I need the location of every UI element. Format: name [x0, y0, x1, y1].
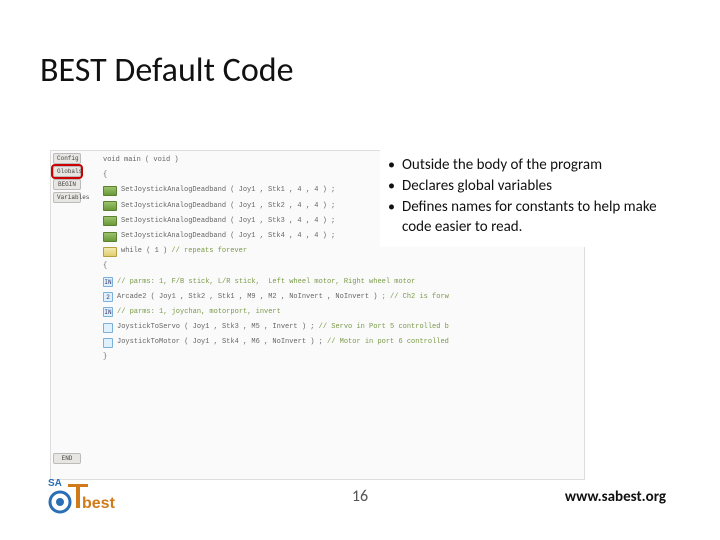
code-sidebar-btn: Globals — [53, 166, 81, 177]
code-text: // parms: 1, joychan, motorport, invert — [117, 307, 281, 318]
function-block-icon — [103, 232, 117, 242]
code-text: SetJoystickAnalogDeadband ( Joy1 , Stk4 … — [121, 231, 335, 242]
code-line: 2 Arcade2 ( Joy1 , Stk2 , Stk1 , M9 , M2 … — [103, 292, 580, 303]
code-line: JoystickToMotor ( Joy1 , Stk4 , M6 , NoI… — [103, 337, 580, 348]
code-text: Arcade2 ( Joy1 , Stk2 , Stk1 , M9 , M2 ,… — [117, 292, 449, 303]
code-sidebar: Config Globals BEGIN Variables END — [51, 151, 83, 479]
page-title: BEST Default Code — [40, 50, 294, 91]
while-block-icon — [103, 247, 117, 257]
code-sidebar-btn: Variables — [53, 192, 81, 203]
bullet-item: Defines names for constants to help make… — [386, 198, 660, 236]
code-line: IN // parms: 1, F/B stick, L/R stick, Lef… — [103, 277, 580, 288]
footer-url: www.sabest.org — [565, 488, 666, 506]
function-block-icon — [103, 186, 117, 196]
function-block-icon — [103, 201, 117, 211]
bullet-box: Outside the body of the program Declares … — [380, 150, 670, 247]
code-text: JoystickToMotor ( Joy1 , Stk4 , M6 , NoI… — [117, 337, 449, 348]
code-badge: IN — [103, 277, 113, 287]
code-text: SetJoystickAnalogDeadband ( Joy1 , Stk1 … — [121, 185, 335, 196]
code-line: IN // parms: 1, joychan, motorport, inver… — [103, 307, 580, 318]
logo: SA best — [46, 474, 116, 516]
code-line: while ( 1 ) // repeats forever — [103, 246, 580, 257]
code-text: while ( 1 ) // repeats forever — [121, 246, 247, 257]
code-line: } — [103, 352, 580, 363]
code-line: { — [103, 261, 580, 272]
code-text: { — [103, 170, 107, 181]
code-badge — [103, 338, 113, 348]
logo-best: best — [82, 495, 116, 512]
code-text: } — [103, 352, 107, 363]
code-text: JoystickToServo ( Joy1 , Stk3 , M5 , Inv… — [117, 322, 449, 333]
code-badge: 2 — [103, 292, 113, 302]
bullet-item: Outside the body of the program — [386, 156, 660, 175]
code-text: // parms: 1, F/B stick, L/R stick, Left … — [117, 277, 415, 288]
code-badge — [103, 323, 113, 333]
code-text: { — [103, 261, 107, 272]
code-text: SetJoystickAnalogDeadband ( Joy1 , Stk2 … — [121, 201, 335, 212]
code-text: void main ( void ) — [103, 155, 179, 166]
bullet-item: Declares global variables — [386, 177, 660, 196]
code-sidebar-btn-end: END — [53, 453, 81, 464]
code-sidebar-btn: BEGIN — [53, 179, 81, 190]
bullet-list: Outside the body of the program Declares … — [386, 156, 660, 237]
code-sidebar-btn: Config — [53, 153, 81, 164]
logo-sa: SA — [48, 478, 62, 489]
function-block-icon — [103, 216, 117, 226]
code-line: JoystickToServo ( Joy1 , Stk3 , M5 , Inv… — [103, 322, 580, 333]
code-text: SetJoystickAnalogDeadband ( Joy1 , Stk3 … — [121, 216, 335, 227]
code-badge: IN — [103, 307, 113, 317]
